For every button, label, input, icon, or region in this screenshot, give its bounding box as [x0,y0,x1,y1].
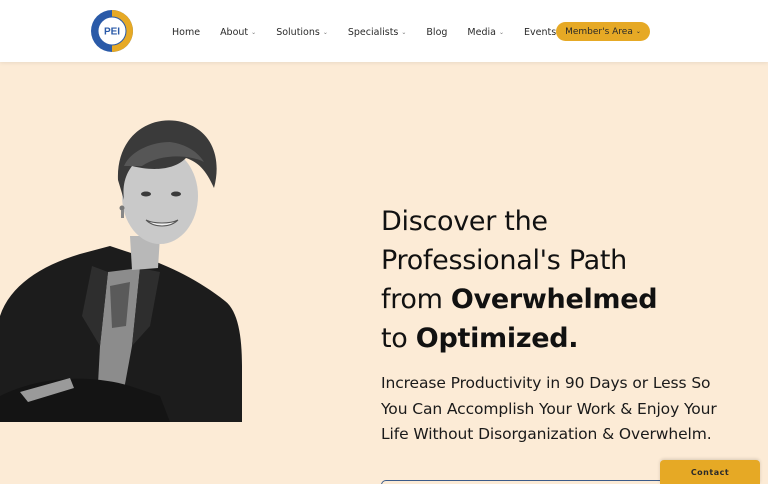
nav-specialists-label: Specialists [347,26,399,38]
logo-text: PEI [104,27,120,38]
nav-about[interactable]: About ⌄ [220,27,256,38]
nav-blog[interactable]: Blog [426,27,447,38]
nav-solutions[interactable]: Solutions ⌄ [276,27,328,38]
nav-specialists[interactable]: Specialists ⌄ [348,27,407,38]
portrait-photo [0,120,242,422]
nav-about-label: About [220,26,249,38]
chevron-down-icon: ⌄ [251,29,257,36]
nav-media-label: Media [467,26,496,38]
nav-home[interactable]: Home [172,27,200,38]
headline-line-3-prefix: from [381,284,451,315]
members-area-button[interactable]: Member's Area ⌄ [556,22,650,41]
chevron-down-icon: ⌄ [322,29,328,36]
headline-optimized: Optimized. [415,323,579,354]
contact-tab-button[interactable]: Contact [660,460,760,484]
headline-line-1: Discover the [381,206,548,237]
nav-blog-label: Blog [426,26,448,38]
nav-solutions-label: Solutions [276,26,320,38]
hero-headline: Discover the Professional's Path from Ov… [381,202,751,358]
cta-button-peek[interactable] [381,480,666,484]
headline-line-3: from Overwhelmed [381,280,751,319]
headline-overwhelmed: Overwhelmed [450,284,658,315]
nav-events-label: Events [523,26,557,38]
headline-line-2: Professional's Path [381,245,627,276]
headline-line-4-prefix: to [381,323,416,354]
chevron-down-icon: ⌄ [401,29,407,36]
pei-logo[interactable]: PEI [90,9,134,53]
nav-home-label: Home [172,26,201,38]
contact-tab-label: Contact [690,467,730,477]
chevron-down-icon: ⌄ [635,28,641,35]
chevron-down-icon: ⌄ [498,29,504,36]
nav-media[interactable]: Media ⌄ [467,27,504,38]
headline-line-4: to Optimized. [381,319,751,358]
site-header: PEI Home About ⌄ Solutions ⌄ Specialists… [0,0,768,62]
main-nav: Home About ⌄ Solutions ⌄ Specialists ⌄ B… [172,22,564,42]
hero-subtext: Increase Productivity in 90 Days or Less… [381,374,717,443]
members-area-label: Member's Area [565,26,633,37]
